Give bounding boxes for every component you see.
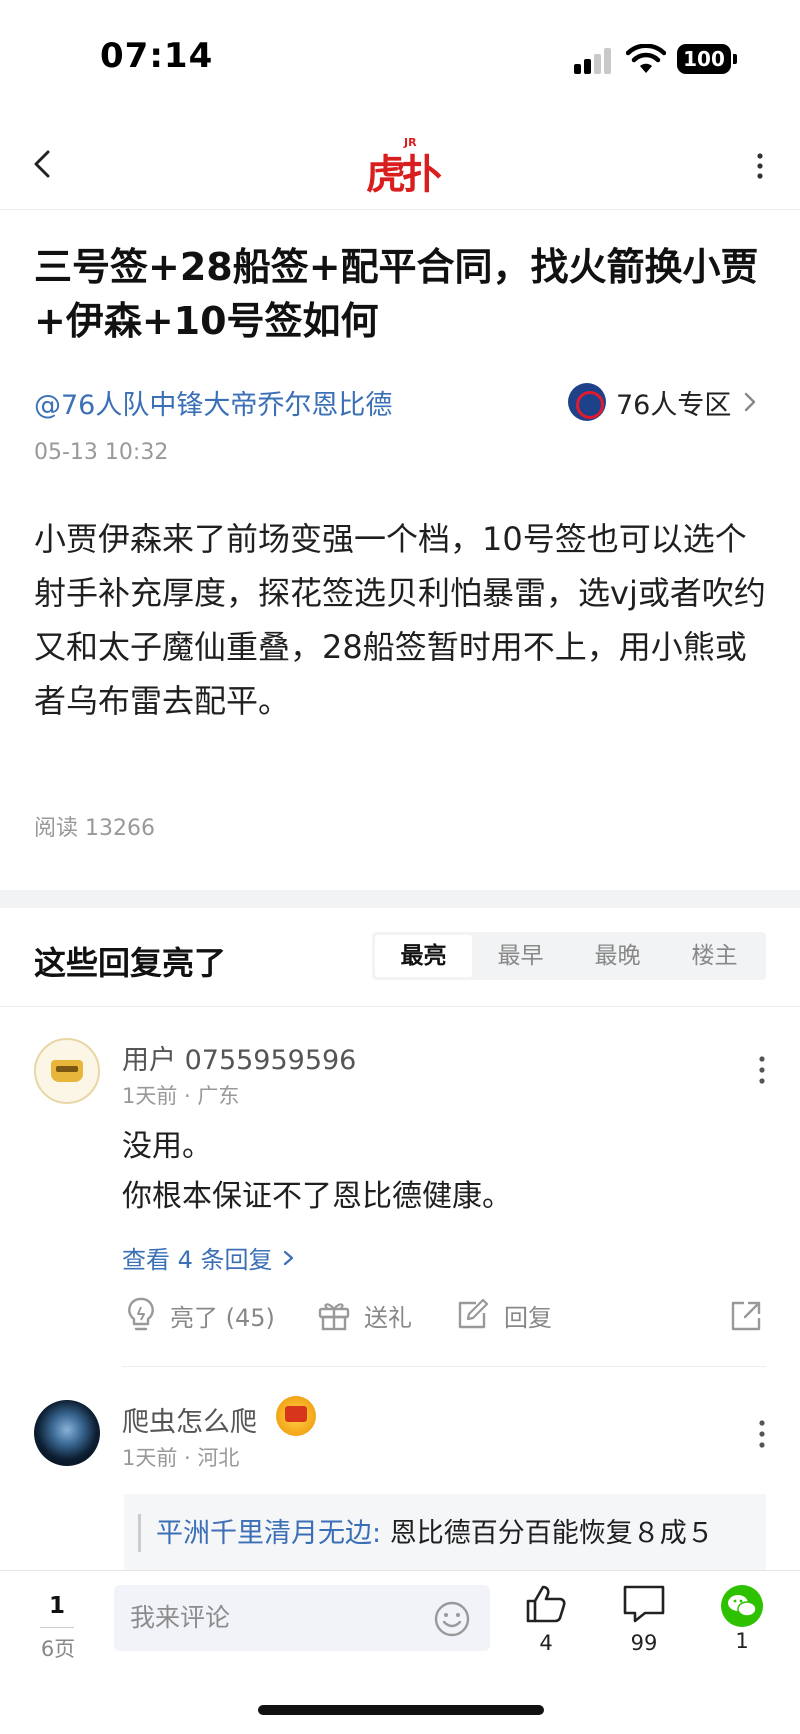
quote-body: 恩比德百分百能恢复８成５ xyxy=(381,1518,714,1549)
post-title: 三号签+28船签+配平合同，找火箭换小贾+伊森+10号签如何 xyxy=(34,245,759,343)
home-indicator xyxy=(258,1705,544,1715)
quote-username[interactable]: 平洲千里清月无边: xyxy=(156,1518,381,1549)
thumbs-up-icon xyxy=(526,1585,566,1623)
comment-meta: 1天前 · 河北 xyxy=(122,1446,240,1470)
light-button[interactable]: 亮了 (45) xyxy=(124,1290,275,1340)
wifi-icon xyxy=(626,44,666,73)
avatar[interactable] xyxy=(34,1038,100,1104)
tab-latest[interactable]: 最晚 xyxy=(569,935,666,977)
logo-text: 虎扑 xyxy=(366,151,442,198)
comments-count: 99 xyxy=(630,1631,658,1655)
section-divider xyxy=(0,890,800,908)
tab-earliest[interactable]: 最早 xyxy=(472,935,569,977)
like-count: 4 xyxy=(539,1631,553,1655)
divider xyxy=(0,1006,800,1007)
comment-text-line: 你根本保证不了恩比德健康。 xyxy=(122,1179,512,1214)
comment-username[interactable]: 用户 0755959596 xyxy=(122,1038,356,1077)
edit-reply-icon xyxy=(458,1298,489,1329)
comment-action-bar: 亮了 (45) 送礼 回复 xyxy=(124,1290,774,1340)
gift-label: 送礼 xyxy=(364,1303,412,1332)
read-count: 阅读 13266 xyxy=(34,816,155,841)
status-bar: 07:14 100 xyxy=(0,0,800,120)
quoted-reply[interactable]: 平洲千里清月无边: 恩比德百分百能恢复８成５ xyxy=(124,1494,766,1572)
gift-icon xyxy=(318,1303,350,1331)
lightbulb-icon xyxy=(128,1297,154,1331)
more-options-icon[interactable] xyxy=(744,146,776,186)
post-date: 05-13 10:32 xyxy=(34,440,169,465)
reply-button[interactable]: 回复 xyxy=(454,1290,552,1340)
tab-brightest[interactable]: 最亮 xyxy=(375,935,472,977)
comment-bubble-icon xyxy=(623,1585,665,1623)
gift-button[interactable]: 送礼 xyxy=(316,1290,412,1340)
page-separator xyxy=(40,1627,74,1628)
back-arrow-icon[interactable] xyxy=(22,142,66,186)
comment-text-line: 没用。 xyxy=(122,1129,212,1164)
current-page[interactable]: 1 xyxy=(40,1593,74,1619)
status-time: 07:14 xyxy=(100,36,214,76)
avatar[interactable] xyxy=(34,1400,100,1466)
view-replies-link[interactable]: 查看 4 条回复 xyxy=(122,1240,297,1275)
zone-label: 76人专区 xyxy=(616,389,732,421)
76ers-logo-icon xyxy=(568,383,606,421)
emoji-icon[interactable] xyxy=(432,1599,472,1639)
chevron-right-icon xyxy=(745,392,756,412)
quote-bar xyxy=(138,1514,141,1552)
hupu-logo: 虎扑 JR xyxy=(366,136,442,198)
replies-section-title: 这些回复亮了 xyxy=(34,944,227,982)
bottom-action-bar: 1 6页 4 99 1 xyxy=(0,1570,800,1734)
user-badge-icon xyxy=(276,1396,316,1436)
comment-more-icon[interactable] xyxy=(752,1414,772,1454)
comment-username[interactable]: 爬虫怎么爬 xyxy=(122,1400,257,1439)
tab-op-only[interactable]: 楼主 xyxy=(666,935,763,977)
top-nav-bar: 虎扑 JR xyxy=(0,120,800,210)
total-pages[interactable]: 6页 xyxy=(34,1633,82,1663)
wechat-icon xyxy=(721,1585,763,1627)
comment-meta: 1天前 · 广东 xyxy=(122,1084,240,1108)
reply-label: 回复 xyxy=(504,1303,552,1332)
share-icon[interactable] xyxy=(728,1298,764,1334)
battery-indicator: 100 xyxy=(677,44,731,74)
reply-sort-tabs: 最亮 最早 最晚 楼主 xyxy=(372,932,766,980)
comments-button[interactable]: 99 xyxy=(614,1583,674,1655)
divider xyxy=(122,1366,766,1367)
post-body: 小贾伊森来了前场变强一个档，10号签也可以选个射手补充厚度，探花签选贝利怕暴雷，… xyxy=(34,520,766,720)
quote-text: 平洲千里清月无边: 恩比德百分百能恢复８成５ xyxy=(156,1511,756,1550)
view-replies-label: 查看 4 条回复 xyxy=(122,1246,273,1274)
like-button[interactable]: 4 xyxy=(516,1583,576,1655)
logo-superscript: JR xyxy=(404,136,417,149)
battery-tip xyxy=(733,54,737,64)
wechat-share-button[interactable]: 1 xyxy=(712,1585,772,1653)
light-count: 亮了 (45) xyxy=(170,1303,275,1332)
zone-link[interactable]: 76人专区 xyxy=(568,380,759,424)
share-count: 1 xyxy=(735,1629,749,1653)
comment-more-icon[interactable] xyxy=(752,1050,772,1090)
post-author-link[interactable]: @76人队中锋大帝乔尔恩比德 xyxy=(34,383,392,422)
cellular-signal-icon xyxy=(574,48,614,74)
chevron-right-icon xyxy=(283,1250,293,1265)
